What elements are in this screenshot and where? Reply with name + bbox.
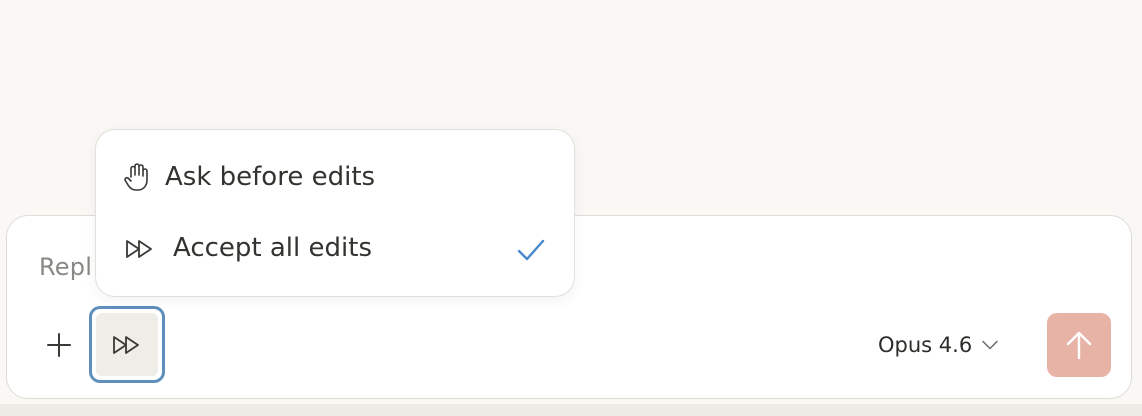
edit-mode-button-face <box>96 313 158 376</box>
chevron-down-icon <box>982 340 998 350</box>
menu-item-label: Ask before edits <box>165 162 376 192</box>
arrow-up-icon <box>1066 331 1092 360</box>
edit-mode-button[interactable] <box>89 306 165 383</box>
add-attachment-button[interactable] <box>40 326 78 364</box>
menu-item-ask-before-edits[interactable]: Ask before edits <box>96 148 574 208</box>
checkmark-icon <box>516 237 546 267</box>
hand-icon <box>123 162 151 192</box>
model-label: Opus 4.6 <box>878 333 973 357</box>
menu-item-accept-all-edits[interactable]: Accept all edits <box>96 219 574 279</box>
plus-icon <box>47 333 71 357</box>
app-stage: Repl Opus 4.6 Ask before edits Accept al… <box>0 0 1142 416</box>
window-bottom-edge <box>0 404 1142 416</box>
fast-forward-icon <box>113 335 139 354</box>
send-button[interactable] <box>1047 313 1111 377</box>
fast-forward-icon <box>125 239 155 259</box>
message-input-placeholder[interactable]: Repl <box>39 253 92 281</box>
menu-item-label: Accept all edits <box>173 233 372 263</box>
model-selector[interactable]: Opus 4.6 <box>878 331 998 359</box>
edit-mode-menu: Ask before edits Accept all edits <box>95 129 575 297</box>
